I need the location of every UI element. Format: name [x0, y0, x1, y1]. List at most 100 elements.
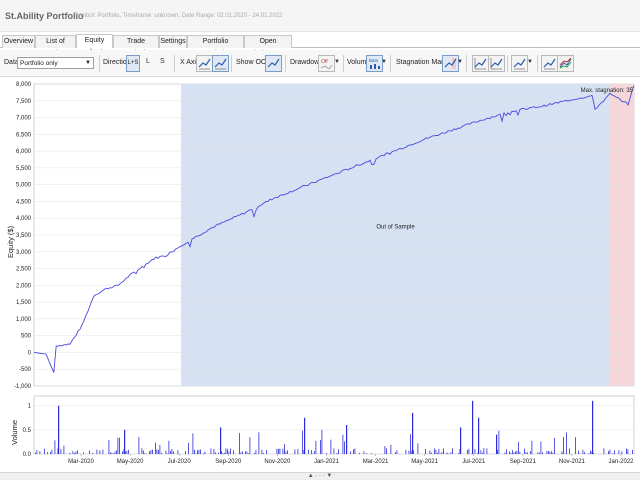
volume-bar: [578, 450, 579, 454]
volume-bar: [194, 449, 195, 454]
volume-bar: [354, 448, 356, 454]
y-tick-label: 3,500: [16, 233, 32, 239]
max-stagnation-label: Max. stagnation: 35: [581, 88, 634, 94]
tab-settings[interactable]: Settings: [159, 35, 187, 48]
volume-bar: [353, 449, 354, 454]
volume-bar: [44, 448, 45, 454]
volume-bar-peak: [460, 427, 462, 454]
equity-chart[interactable]: 8,000 7,500 7,000 6,500 6,000 5,500 5,000 4,500…: [0, 78, 640, 390]
direction-l-button[interactable]: L: [146, 58, 150, 65]
volume-bar: [200, 449, 201, 454]
chevron-down-icon[interactable]: ▼: [334, 59, 340, 65]
tab-overview[interactable]: Overview: [2, 35, 35, 48]
chart-option-button-1[interactable]: [472, 55, 489, 72]
separator: [99, 55, 100, 72]
volume-bars-text: Bars: [369, 58, 379, 63]
volume-bar: [386, 448, 387, 454]
volume-bar: [525, 452, 527, 454]
volume-bar: [603, 448, 605, 454]
volume-bar: [117, 437, 119, 454]
chart-option-button-3[interactable]: [511, 55, 528, 72]
drawdown-button[interactable]: Off: [318, 55, 335, 72]
volume-bar-peak: [472, 400, 474, 454]
volume-bar: [518, 441, 519, 454]
horizontal-scrollbar[interactable]: ▲ · · · ▼: [0, 472, 640, 480]
chart-option-button-2[interactable]: [488, 55, 505, 72]
volume-bar: [344, 441, 345, 454]
volume-bar: [242, 451, 243, 454]
chart-option-button-4[interactable]: [541, 55, 558, 72]
volume-bar: [143, 450, 144, 454]
volume-bar: [152, 449, 153, 454]
volume-bar: [429, 450, 431, 454]
volume-bar: [542, 452, 543, 454]
volume-bar: [632, 449, 633, 454]
volume-bar: [215, 452, 216, 454]
volume-bar: [39, 451, 41, 454]
volume-bar: [173, 451, 174, 454]
volume-bar: [99, 450, 101, 454]
y-tick-label: 4,500: [16, 199, 32, 205]
xaxis-trades-button[interactable]: [196, 55, 213, 72]
volume-bar: [338, 449, 339, 454]
volume-bar: [263, 453, 264, 454]
volume-bar: [342, 434, 344, 454]
volume-bar: [512, 450, 513, 454]
separator: [174, 55, 175, 72]
data-select[interactable]: Portfolio only ▼: [17, 57, 94, 69]
volume-bar: [395, 452, 396, 454]
tab-list-of-trades[interactable]: List of trades: [35, 35, 76, 57]
scroll-grip-icon[interactable]: ▲ · · · ▼: [300, 473, 340, 479]
volume-bar: [551, 451, 552, 454]
volume-bar: [128, 449, 129, 454]
tab-open-balances[interactable]: Open balances: [244, 35, 292, 57]
volume-bar: [438, 449, 440, 454]
volume-bar: [608, 451, 609, 454]
volume-bar: [590, 450, 591, 454]
direction-ls-button[interactable]: L+S: [126, 55, 140, 72]
volume-bar: [159, 444, 161, 454]
volume-bar: [141, 448, 143, 454]
volume-bar: [218, 452, 219, 454]
volume-bar: [224, 452, 225, 454]
volume-bar: [266, 450, 267, 454]
volume-bar: [333, 448, 335, 454]
volume-bar: [261, 449, 263, 454]
multi-line-chart-icon: [559, 57, 572, 69]
volume-bar: [437, 452, 438, 454]
show-oos-toggle[interactable]: [265, 55, 282, 72]
tab-portfolio-correlation[interactable]: Portfolio correlation: [187, 35, 244, 57]
line-chart-icon: [490, 58, 503, 70]
volume-bar: [321, 429, 323, 454]
volume-chart[interactable]: 1 0.5 0.0 Mar-2020 May-2020 Jul-2020 Sep-2020…: [0, 392, 640, 472]
tab-equity-chart[interactable]: Equity chart: [76, 34, 113, 56]
chart-option-button-5[interactable]: [557, 55, 574, 72]
volume-bar: [564, 453, 566, 454]
volume-bar: [204, 451, 206, 454]
volume-bar: [122, 451, 123, 454]
volume-bar: [566, 432, 567, 454]
volume-bar: [297, 448, 299, 454]
direction-s-button[interactable]: S: [160, 58, 165, 65]
volume-bar: [482, 452, 483, 454]
volume-bar: [612, 453, 614, 454]
volume-bar: [198, 449, 200, 454]
xaxis-time-button[interactable]: [212, 55, 229, 72]
volume-bar: [276, 448, 278, 454]
x-tick-label: Mar-2020: [68, 459, 94, 465]
tab-trade-analysis[interactable]: Trade analysis: [113, 35, 159, 57]
chevron-down-icon[interactable]: ▼: [527, 59, 533, 65]
volume-bar: [69, 452, 71, 454]
x-tick-label: Jan-2022: [608, 459, 634, 465]
chevron-down-icon[interactable]: ▼: [457, 59, 463, 65]
y-tick-label: 1,000: [16, 317, 32, 323]
volume-bar: [108, 439, 110, 454]
volume-bar: [278, 449, 279, 454]
volume-bar: [350, 451, 351, 454]
y-tick-label: 5,000: [16, 183, 32, 189]
chevron-down-icon[interactable]: ▼: [381, 59, 387, 65]
volume-bar: [614, 450, 615, 454]
volume-bar: [410, 434, 411, 454]
volume-bar: [188, 442, 189, 454]
separator: [390, 55, 391, 72]
